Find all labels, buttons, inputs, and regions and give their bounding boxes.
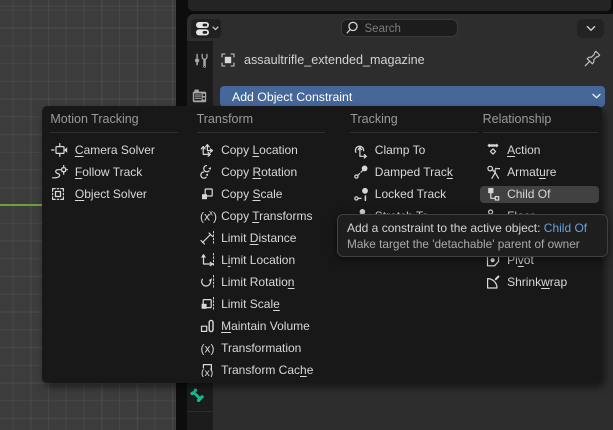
svg-text:(x): (x)	[201, 367, 213, 377]
svg-text:(x): (x)	[201, 342, 215, 356]
svg-text:): )	[213, 210, 217, 224]
